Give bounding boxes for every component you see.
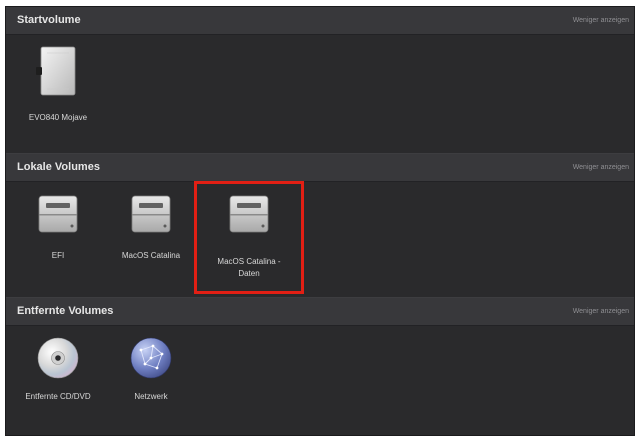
section-title: Entfernte Volumes	[17, 305, 114, 317]
section-lokale-volumes: Lokale Volumes Weniger anzeigen EFI MacO…	[6, 154, 634, 297]
section-entfernte-volumes: Entfernte Volumes Weniger anzeigen Entfe…	[6, 298, 634, 435]
volume-macos-catalina[interactable]: MacOS Catalina	[106, 182, 196, 294]
volume-label: EFI	[51, 251, 65, 260]
volume-label: Entfernte CD/DVD	[25, 392, 91, 401]
hard-drive-icon	[131, 195, 171, 233]
hard-drive-icon	[229, 195, 269, 233]
show-less-toggle[interactable]: Weniger anzeigen	[573, 308, 629, 315]
volume-entfernte-cd-dvd[interactable]: Entfernte CD/DVD	[13, 328, 103, 435]
volume-browser: Startvolume Weniger anzeigen EVO840 Moja…	[5, 6, 635, 436]
network-globe-icon	[130, 337, 172, 379]
section-header: Lokale Volumes Weniger anzeigen	[6, 154, 634, 182]
section-header: Entfernte Volumes Weniger anzeigen	[6, 298, 634, 326]
section-title: Startvolume	[17, 14, 81, 26]
optical-disc-icon	[37, 337, 79, 379]
volume-efi[interactable]: EFI	[13, 182, 103, 294]
show-less-toggle[interactable]: Weniger anzeigen	[573, 17, 629, 24]
volume-label: Netzwerk	[134, 392, 168, 401]
section-title: Lokale Volumes	[17, 161, 100, 173]
volume-macos-catalina-daten[interactable]: MacOS Catalina - Daten	[194, 181, 304, 294]
volume-netzwerk[interactable]: Netzwerk	[106, 328, 196, 435]
section-header: Startvolume Weniger anzeigen	[6, 7, 634, 35]
show-less-toggle[interactable]: Weniger anzeigen	[573, 164, 629, 171]
hard-drive-icon	[38, 195, 78, 233]
volume-label: MacOS Catalina - Daten	[217, 257, 281, 278]
internal-drive-icon	[36, 46, 76, 96]
volume-label: MacOS Catalina	[121, 251, 181, 260]
volume-label: EVO840 Mojave	[28, 113, 88, 122]
volume-evo840-mojave[interactable]: EVO840 Mojave	[13, 39, 103, 151]
section-startvolume: Startvolume Weniger anzeigen EVO840 Moja…	[6, 7, 634, 155]
